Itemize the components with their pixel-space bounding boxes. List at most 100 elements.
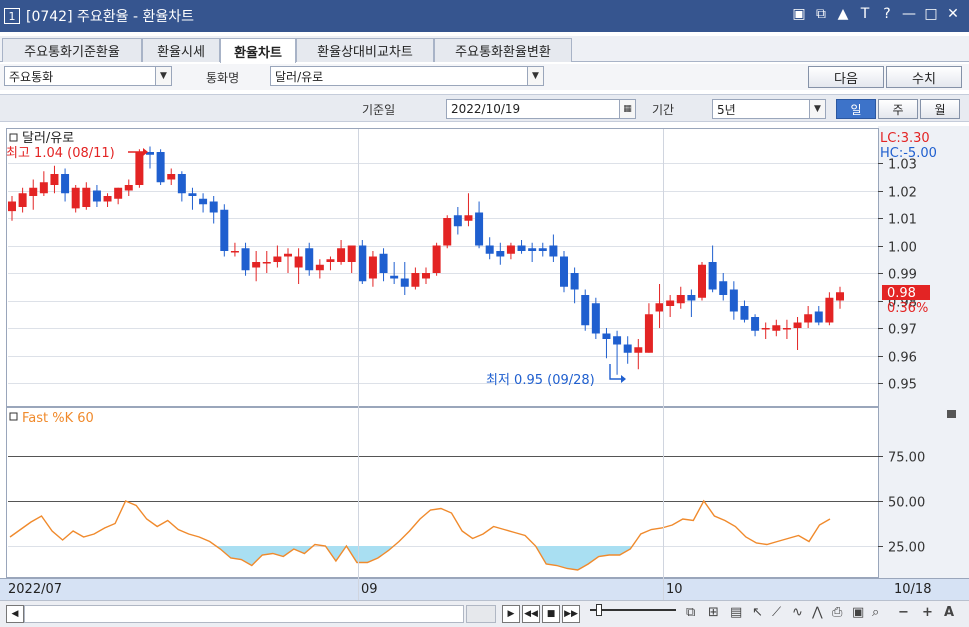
next-button[interactable]: 다음 [808,66,884,88]
calendar-icon[interactable]: ▦ [619,100,635,118]
candle-body [496,251,505,257]
candle-body [782,328,791,330]
tab-rate-chart[interactable]: 환율차트 [220,38,296,63]
candle-body [698,264,706,298]
overlay-icon[interactable]: ⊞ [708,605,719,620]
candle-body [209,201,218,213]
alarm-icon[interactable]: ▲ [835,6,851,22]
period-value: 5년 [717,102,736,117]
candle-body [39,182,48,194]
candle-body [252,262,261,268]
candle-body [464,215,473,221]
category-select[interactable]: 주요통화 ▼ [4,66,172,86]
wave-icon[interactable]: ∿ [792,605,803,620]
candle-body [124,185,133,191]
candle-body [18,193,27,207]
candle-body [29,187,38,196]
candle-body [517,245,526,251]
play-icon[interactable]: ▶ [502,605,520,623]
chevron-down-icon: ▼ [155,67,171,85]
close-icon[interactable]: ✕ [945,6,961,22]
help-icon[interactable]: ? [879,6,895,22]
stoch-tick-label: 75.00 [888,451,925,466]
fast-forward-icon[interactable]: ▶▶ [562,605,580,623]
candle-body [814,311,823,323]
currency-label: 통화명 [206,71,240,85]
print-icon[interactable]: ⎙ [832,605,842,620]
price-tick-label: 1.01 [888,213,917,228]
candle-body [50,174,59,185]
candle-body [634,347,643,353]
candle-body [676,295,685,304]
stop-icon[interactable]: ■ [542,605,560,623]
period-monthly-button[interactable]: 월 [920,99,960,119]
x-label-sep: 09 [361,582,378,597]
tab-major-base-rate[interactable]: 주요통화기준환율 [2,38,142,62]
candle-body [188,193,197,196]
grid-icon[interactable]: ▤ [730,605,742,620]
candle-body [103,196,112,202]
stoch-tick-label: 25.00 [888,541,925,556]
candle-body [82,187,91,207]
period-select[interactable]: 5년 ▼ [712,99,826,119]
chart-area[interactable]: 1.031.021.011.000.990.980.970.960.95 달러/… [0,126,969,600]
candle-body [772,325,781,331]
minimize-icon[interactable]: — [901,6,917,22]
zoom-slider-handle[interactable] [596,604,602,616]
trendline-icon[interactable]: ↖ [752,605,763,620]
maximize-icon[interactable]: □ [923,6,939,22]
pattern-icon[interactable]: ⋀ [812,605,823,620]
currency-select[interactable]: 달러/유로 ▼ [270,66,544,86]
options-row: 기준일 2022/10/19 ▦ 기간 5년 ▼ 일 주 월 [0,94,969,122]
layout-icon[interactable]: ▣ [791,6,807,22]
scrollbar-thumb[interactable] [466,605,496,623]
period-daily-button[interactable]: 일 [836,99,876,119]
date-input[interactable]: 2022/10/19 ▦ [446,99,636,119]
candle-body [135,152,144,185]
candle-body [538,248,547,251]
period-weekly-button[interactable]: 주 [878,99,918,119]
candle-body [581,295,590,326]
candle-body [220,209,229,251]
x-label-end: 10/18 [894,582,931,597]
filter-row: 주요통화 ▼ 통화명 달러/유로 ▼ 다음 수치 [0,64,969,90]
lc-label: LC:3.30 [880,131,930,146]
candle-body [114,187,123,199]
line-draw-icon[interactable]: ⟋ [772,605,781,620]
tab-relative-comparison-chart[interactable]: 환율상대비교차트 [296,38,434,62]
tab-rate-conversion[interactable]: 주요통화환율변환 [434,38,572,62]
zoom-in-icon[interactable]: + [922,605,933,620]
candle-body [411,273,420,287]
rewind-icon[interactable]: ◀◀ [522,605,540,623]
auto-scale-icon[interactable]: A [944,605,954,620]
scrollbar-track[interactable] [24,605,464,623]
panel-toggle-icon[interactable] [9,133,18,142]
scroll-left-icon[interactable]: ◀ [6,605,24,623]
price-tick-label: 1.00 [888,241,917,256]
candle-body [61,174,70,194]
search-icon[interactable]: ⌕ [872,605,879,620]
values-button[interactable]: 수치 [886,66,962,88]
panel-toggle-icon[interactable] [9,412,18,421]
panel-menu-icon[interactable] [947,410,956,418]
candle-body [315,264,324,271]
price-tick-label: 1.02 [888,186,917,201]
x-label-oct: 10 [666,582,683,597]
candle-body [623,344,632,353]
candle-body [793,322,802,328]
candle-body [591,303,600,334]
copy-window-icon[interactable]: ⧉ [813,6,829,22]
tab-rate-quotes[interactable]: 환율시세 [142,38,220,62]
window-tools: ▣ ⧉ ▲ T ? — □ ✕ [791,6,961,22]
zoom-slider[interactable] [590,609,676,611]
chevron-down-icon: ▼ [809,100,825,118]
font-icon[interactable]: T [857,6,873,22]
split-view-icon[interactable]: ⧉ [686,605,695,620]
candle-body [400,278,409,287]
chevron-down-icon: ▼ [527,67,543,85]
candle-body [644,314,653,353]
save-image-icon[interactable]: ▣ [852,605,864,620]
zoom-out-icon[interactable]: − [898,605,909,620]
candle-body [687,295,696,301]
date-label: 기준일 [362,103,396,117]
